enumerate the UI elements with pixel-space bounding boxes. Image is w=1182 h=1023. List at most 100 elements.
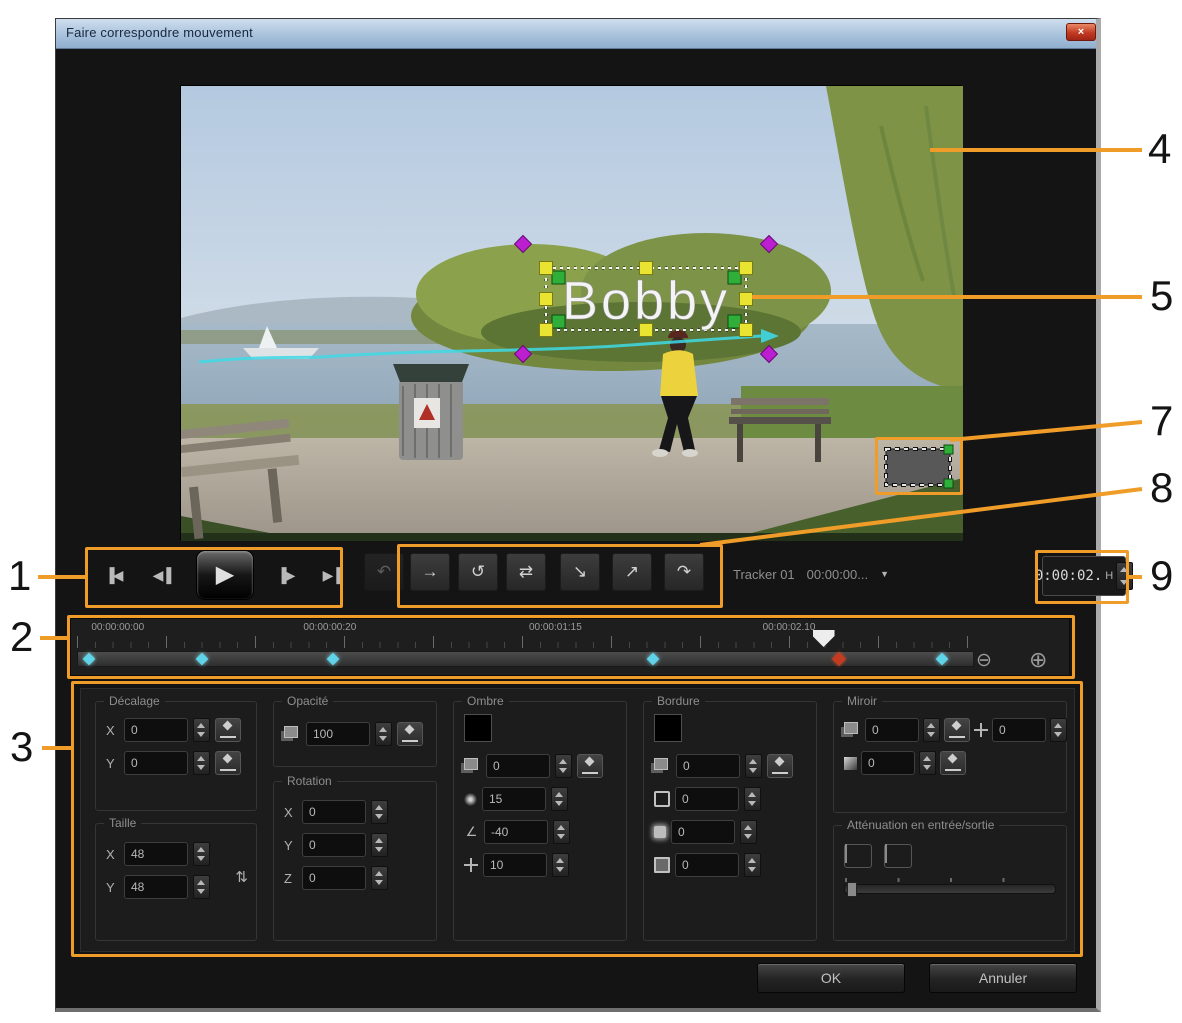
taille-y-input[interactable]: 48	[124, 875, 188, 899]
play-button[interactable]: ▶	[196, 550, 254, 600]
opacity-icon	[284, 726, 298, 738]
timeline-tick-label: 00:00:00:20	[303, 622, 356, 633]
timeline-keyframe-diamond[interactable]	[82, 653, 95, 666]
opacite-keyframe-button[interactable]	[397, 722, 423, 746]
ombre-opacity-spinner[interactable]	[555, 754, 572, 778]
link-xy-icon[interactable]: ⇅	[235, 868, 248, 886]
keyframe-timeline[interactable]: 00:00:00:00 00:00:00:20 00:00:01:15 00:0…	[70, 618, 1070, 676]
mirror-fade-icon	[844, 757, 857, 770]
timecode-value[interactable]: 0:00:02.	[1035, 568, 1102, 584]
timecode-unit: H	[1105, 570, 1113, 582]
miroir-opacity-input[interactable]: 0	[865, 718, 919, 742]
miroir-opacity-spinner[interactable]	[923, 718, 940, 742]
redo-path-tool-button[interactable]: ↷	[664, 553, 704, 591]
rotation-x-spinner[interactable]	[371, 800, 388, 824]
video-preview[interactable]: Bobby	[180, 85, 962, 540]
close-icon[interactable]: ×	[1066, 23, 1096, 41]
fade-out-button[interactable]	[884, 844, 912, 868]
ombre-opacity-input[interactable]: 0	[486, 754, 550, 778]
opacite-spinner[interactable]	[375, 722, 392, 746]
taille-x-spinner[interactable]	[193, 842, 210, 866]
bordure-outline-input[interactable]: 0	[675, 787, 739, 811]
timeline-keyframe-diamond[interactable]	[935, 653, 948, 666]
timeline-ruler[interactable]: 00:00:00:00 00:00:00:20 00:00:01:15 00:0…	[77, 622, 972, 648]
zoom-out-icon[interactable]: ⊖	[976, 649, 992, 672]
duration-timecode-field[interactable]: 0:00:02. H	[1042, 556, 1126, 596]
grass-strip	[181, 533, 963, 541]
bordure-outline-spinner[interactable]	[744, 787, 761, 811]
rotation-y-spinner[interactable]	[371, 833, 388, 857]
bordure-opacity-input[interactable]: 0	[676, 754, 740, 778]
fade-slider-handle[interactable]	[847, 882, 857, 897]
miroir-keyframe-button[interactable]	[944, 718, 970, 742]
ombre-angle-spinner[interactable]	[553, 820, 570, 844]
align-path-tool-button[interactable]: ↗	[612, 553, 652, 591]
ok-button[interactable]: OK	[757, 963, 905, 993]
decalage-x-spinner[interactable]	[193, 718, 210, 742]
timeline-keyframe-diamond[interactable]	[196, 653, 209, 666]
previous-frame-button[interactable]: ◀▐	[140, 556, 182, 594]
tracker-region-box[interactable]	[886, 445, 953, 488]
bordure-opacity-spinner[interactable]	[745, 754, 762, 778]
ombre-offset-input[interactable]: 10	[483, 853, 547, 877]
ombre-blur-input[interactable]: 15	[482, 787, 546, 811]
ombre-angle-input[interactable]: -40	[484, 820, 548, 844]
group-rotation: Rotation X 0 Y 0 Z 0	[273, 781, 437, 941]
decalage-y-input[interactable]: 0	[124, 751, 188, 775]
zoom-in-icon[interactable]: ⊕	[1029, 647, 1047, 673]
decalage-y-keyframe-button[interactable]	[215, 751, 241, 775]
undo-path-button[interactable]: ↶	[364, 553, 404, 591]
move-path-tool-button[interactable]: →	[410, 553, 450, 591]
bordure-inner-input[interactable]: 0	[675, 853, 739, 877]
miroir-offset-input[interactable]: 0	[992, 718, 1046, 742]
opacite-input[interactable]: 100	[306, 722, 370, 746]
miroir-fade-spinner[interactable]	[919, 751, 936, 775]
taille-label: Taille	[104, 816, 141, 830]
swap-path-tool-button[interactable]: ⇄	[506, 553, 546, 591]
callout-4: 4	[1148, 128, 1171, 170]
bordure-inner-spinner[interactable]	[744, 853, 761, 877]
decalage-y-spinner[interactable]	[193, 751, 210, 775]
group-opacite: Opacité 100	[273, 701, 437, 767]
go-to-start-button[interactable]: ▐◀	[92, 556, 134, 594]
timecode-spinner[interactable]	[1116, 562, 1133, 590]
inner-border-icon	[654, 857, 670, 873]
outline-icon	[654, 791, 670, 807]
ombre-blur-spinner[interactable]	[551, 787, 568, 811]
miroir-fade-input[interactable]: 0	[861, 751, 915, 775]
timeline-track[interactable]	[77, 651, 974, 667]
timeline-keyframe-diamond[interactable]	[646, 653, 659, 666]
bordure-glow-input[interactable]: 0	[671, 820, 735, 844]
timeline-current-keyframe-marker[interactable]	[832, 652, 846, 666]
go-to-end-button[interactable]: ▶▐	[310, 556, 352, 594]
taille-x-input[interactable]: 48	[124, 842, 188, 866]
fade-slider[interactable]	[844, 884, 1056, 894]
miroir-offset-spinner[interactable]	[1050, 718, 1067, 742]
ombre-keyframe-button[interactable]	[577, 754, 603, 778]
next-frame-button[interactable]: ▐▶	[264, 556, 306, 594]
ombre-color-swatch[interactable]	[464, 714, 492, 742]
ombre-offset-spinner[interactable]	[552, 853, 569, 877]
rotation-z-input[interactable]: 0	[302, 866, 366, 890]
taille-y-spinner[interactable]	[193, 875, 210, 899]
rotate-path-tool-button[interactable]: ↺	[458, 553, 498, 591]
fade-in-button[interactable]	[844, 844, 872, 868]
tracker-select-dropdown[interactable]: Tracker 01 00:00:00... ▼	[733, 560, 918, 588]
decalage-x-keyframe-button[interactable]	[215, 718, 241, 742]
fade-in-icon	[845, 844, 847, 863]
bordure-color-swatch[interactable]	[654, 714, 682, 742]
offset-path-tool-button[interactable]: ↘	[560, 553, 600, 591]
cancel-button[interactable]: Annuler	[929, 963, 1077, 993]
timeline-keyframe-diamond[interactable]	[327, 653, 340, 666]
decalage-x-input[interactable]: 0	[124, 718, 188, 742]
bordure-keyframe-button[interactable]	[767, 754, 793, 778]
rotation-x-input[interactable]: 0	[302, 800, 366, 824]
rotation-z-spinner[interactable]	[371, 866, 388, 890]
rotation-y-input[interactable]: 0	[302, 833, 366, 857]
miroir-fade-keyframe-button[interactable]	[940, 751, 966, 775]
callout-2: 2	[10, 616, 33, 658]
overlay-text[interactable]: Bobby	[562, 271, 730, 331]
rotation-label: Rotation	[282, 774, 337, 788]
bordure-glow-spinner[interactable]	[740, 820, 757, 844]
offset-icon	[464, 858, 478, 872]
